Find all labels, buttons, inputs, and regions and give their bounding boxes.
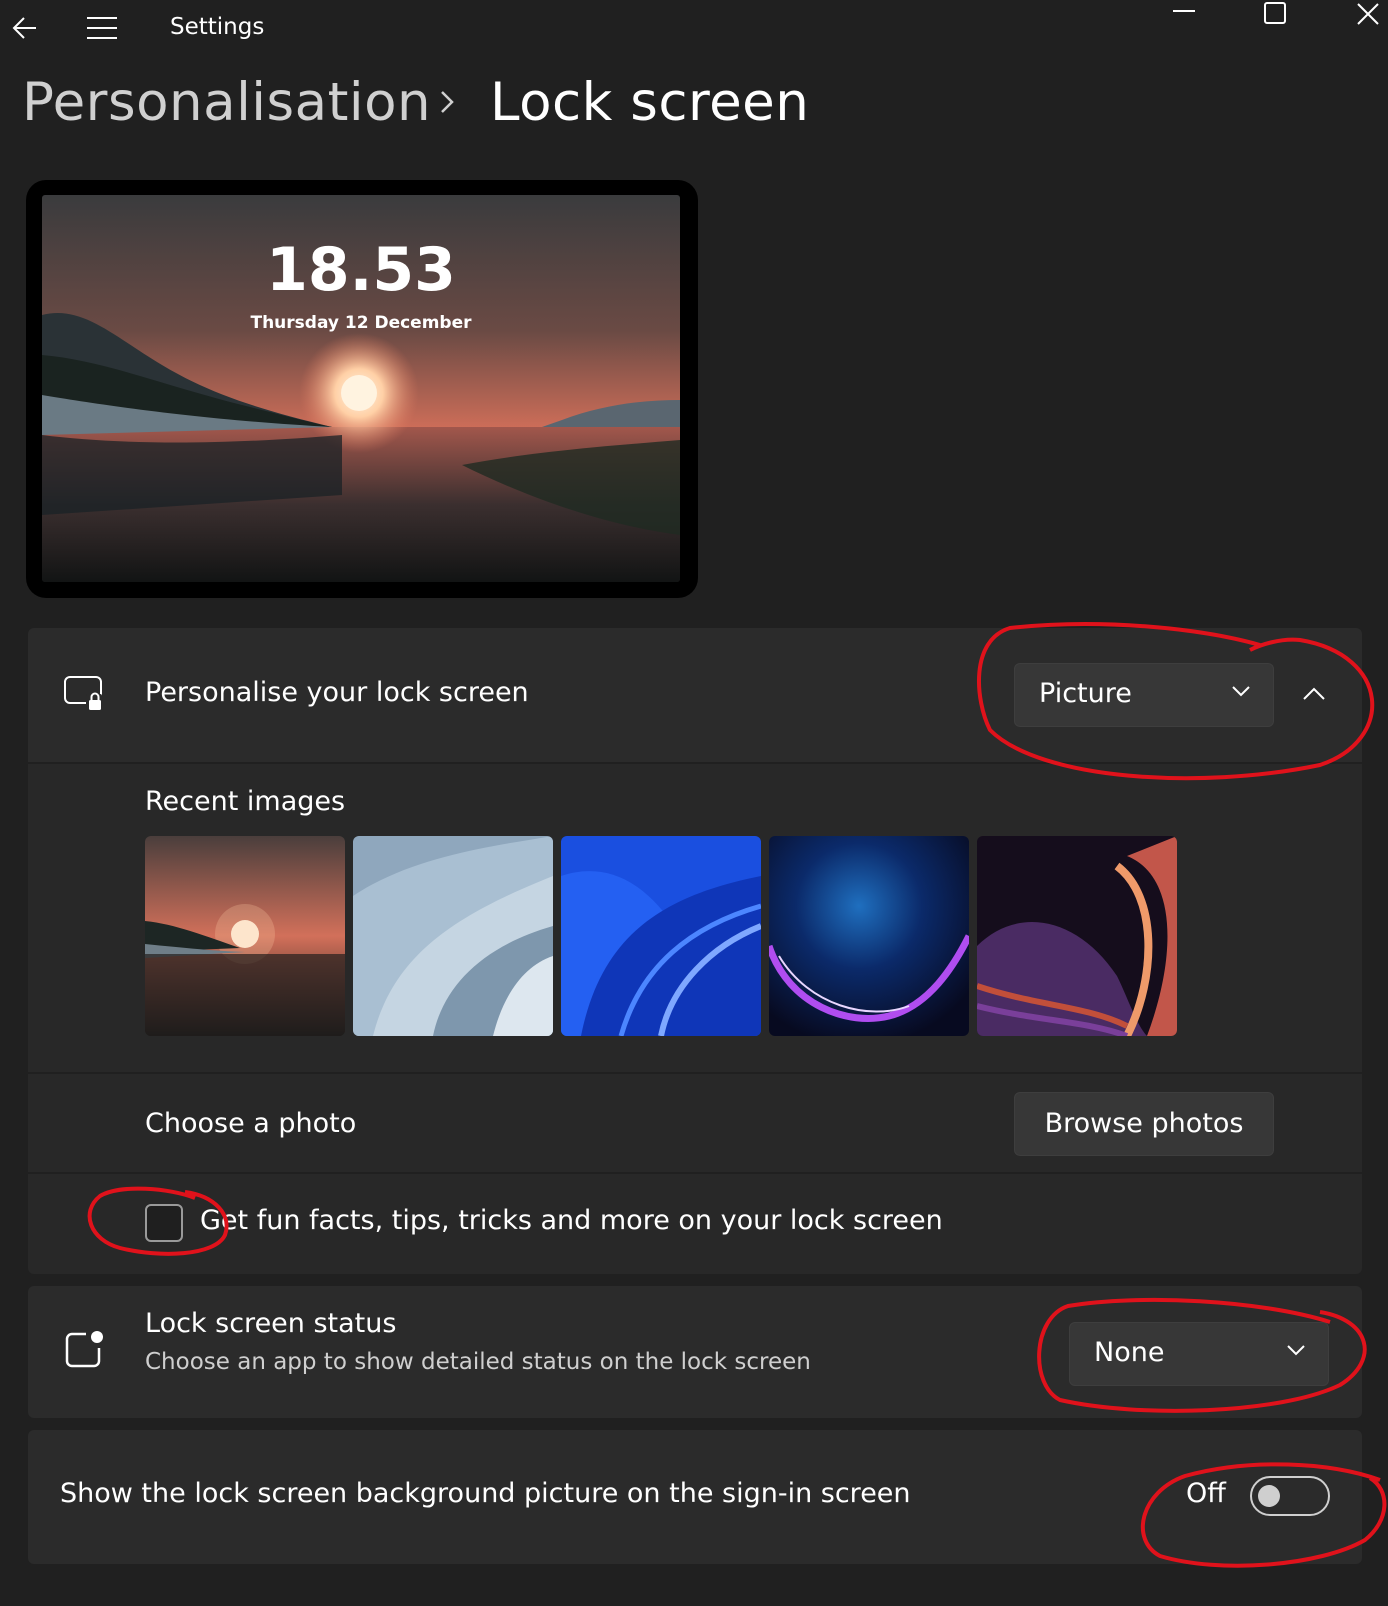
window-title: Settings xyxy=(170,14,265,40)
chevron-down-icon xyxy=(1287,1345,1305,1356)
lock-screen-preview: 18.53 Thursday 12 December xyxy=(26,180,698,598)
signin-background-toggle[interactable] xyxy=(1250,1476,1330,1516)
browse-photos-button[interactable]: Browse photos xyxy=(1014,1092,1274,1156)
status-app-dropdown[interactable]: None xyxy=(1069,1322,1329,1386)
toggle-knob xyxy=(1258,1485,1280,1507)
breadcrumb-parent[interactable]: Personalisation xyxy=(22,72,431,133)
back-arrow-icon[interactable] xyxy=(10,14,38,42)
recent-images-label: Recent images xyxy=(145,786,346,817)
title-bar: Settings xyxy=(0,0,1388,60)
recent-image-thumb[interactable] xyxy=(561,836,761,1036)
recent-image-thumb[interactable] xyxy=(769,836,969,1036)
lock-screen-status-row: Lock screen status Choose an app to show… xyxy=(28,1286,1362,1418)
preview-clock: 18.53 xyxy=(266,235,456,305)
signin-background-row: Show the lock screen background picture … xyxy=(28,1430,1362,1564)
app-status-icon xyxy=(65,1331,103,1368)
choose-photo-row: Choose a photo Browse photos xyxy=(28,1074,1362,1172)
preview-date: Thursday 12 December xyxy=(250,313,472,333)
lock-screen-status-label: Lock screen status xyxy=(145,1308,397,1339)
chevron-down-icon xyxy=(1232,686,1250,697)
signin-background-label: Show the lock screen background picture … xyxy=(60,1478,911,1509)
fun-facts-row: Get fun facts, tips, tricks and more on … xyxy=(28,1174,1362,1274)
recent-image-thumb[interactable] xyxy=(145,836,345,1036)
recent-images-section: Recent images xyxy=(28,764,1362,1072)
close-icon[interactable] xyxy=(1356,2,1380,26)
minimize-icon[interactable] xyxy=(1172,8,1196,14)
fun-facts-checkbox[interactable] xyxy=(145,1204,183,1242)
toggle-state-text: Off xyxy=(1186,1478,1226,1509)
personalise-lock-screen-row[interactable]: Personalise your lock screen Picture xyxy=(28,628,1362,762)
background-type-value: Picture xyxy=(1039,678,1132,709)
hamburger-menu-icon[interactable] xyxy=(86,16,118,40)
page-title: Lock screen xyxy=(490,72,810,133)
status-app-value: None xyxy=(1094,1337,1165,1368)
fun-facts-label: Get fun facts, tips, tricks and more on … xyxy=(200,1205,943,1236)
chevron-right-icon xyxy=(441,91,454,113)
preview-wallpaper: 18.53 Thursday 12 December xyxy=(42,195,680,582)
choose-photo-label: Choose a photo xyxy=(145,1108,357,1139)
lock-screen-icon xyxy=(64,676,102,710)
lock-screen-status-description: Choose an app to show detailed status on… xyxy=(145,1349,811,1375)
maximize-icon[interactable] xyxy=(1264,2,1286,24)
personalise-label: Personalise your lock screen xyxy=(145,677,529,708)
recent-image-thumb[interactable] xyxy=(977,836,1177,1036)
background-type-dropdown[interactable]: Picture xyxy=(1014,663,1274,727)
recent-image-thumb[interactable] xyxy=(353,836,553,1036)
chevron-up-icon[interactable] xyxy=(1302,686,1326,702)
